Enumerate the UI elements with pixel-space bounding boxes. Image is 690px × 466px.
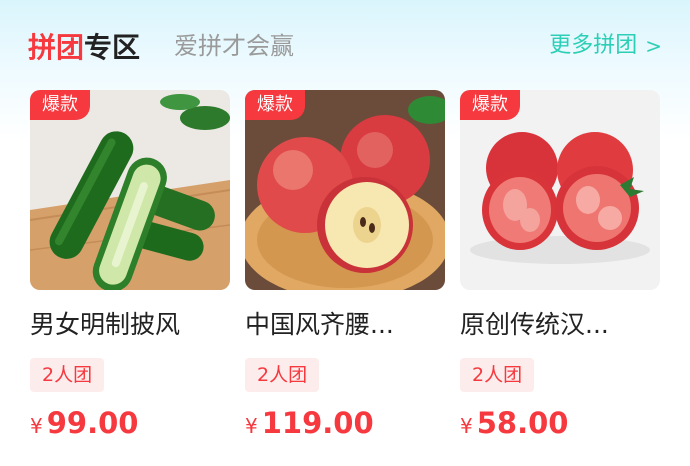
product-image-1[interactable]: 爆款	[30, 90, 230, 290]
hot-tag: 爆款	[460, 90, 520, 120]
more-label: 更多拼团	[549, 33, 638, 58]
product-price: ¥ 99.00	[30, 406, 230, 440]
product-name[interactable]: 原创传统汉...	[460, 308, 660, 342]
section-title: 拼团 专区	[28, 28, 140, 64]
currency-symbol: ¥	[245, 414, 258, 438]
hot-tag: 爆款	[30, 90, 90, 120]
product-price: ¥ 119.00	[245, 406, 445, 440]
tomato-image	[460, 90, 660, 290]
apple-image	[245, 90, 445, 290]
cucumber-image	[30, 90, 230, 290]
group-size-badge: 2人团	[460, 358, 535, 392]
product-card-1[interactable]: 爆款 男女明制披风 2人团 ¥ 99.00	[30, 90, 230, 440]
currency-symbol: ¥	[460, 414, 473, 438]
product-image-3[interactable]: 爆款	[460, 90, 660, 290]
product-name[interactable]: 中国风齐腰...	[245, 308, 445, 342]
price-value: 58.00	[476, 406, 569, 440]
hot-tag: 爆款	[245, 90, 305, 120]
group-size-badge: 2人团	[245, 358, 320, 392]
product-price: ¥ 58.00	[460, 406, 660, 440]
title-rest: 专区	[84, 31, 141, 64]
group-size-badge: 2人团	[30, 358, 105, 392]
group-buy-card: 拼团 专区 爱拼才会赢 更多拼团 > 爆款 男女明制披风 2人团 ¥ 99.00…	[0, 0, 690, 466]
product-image-2[interactable]: 爆款	[245, 90, 445, 290]
slogan: 爱拼才会赢	[174, 32, 294, 60]
product-card-2[interactable]: 爆款 中国风齐腰... 2人团 ¥ 119.00	[245, 90, 445, 440]
product-card-3[interactable]: 爆款 原创传统汉... 2人团 ¥ 58.00	[460, 90, 660, 440]
product-name[interactable]: 男女明制披风	[30, 308, 230, 342]
title-highlight: 拼团	[28, 31, 85, 64]
price-value: 119.00	[261, 406, 374, 440]
more-group-buy-link[interactable]: 更多拼团 >	[549, 30, 662, 62]
section-header: 拼团 专区 爱拼才会赢 更多拼团 >	[0, 0, 690, 90]
price-value: 99.00	[46, 406, 139, 440]
chevron-right-icon: >	[645, 34, 662, 58]
currency-symbol: ¥	[30, 414, 43, 438]
